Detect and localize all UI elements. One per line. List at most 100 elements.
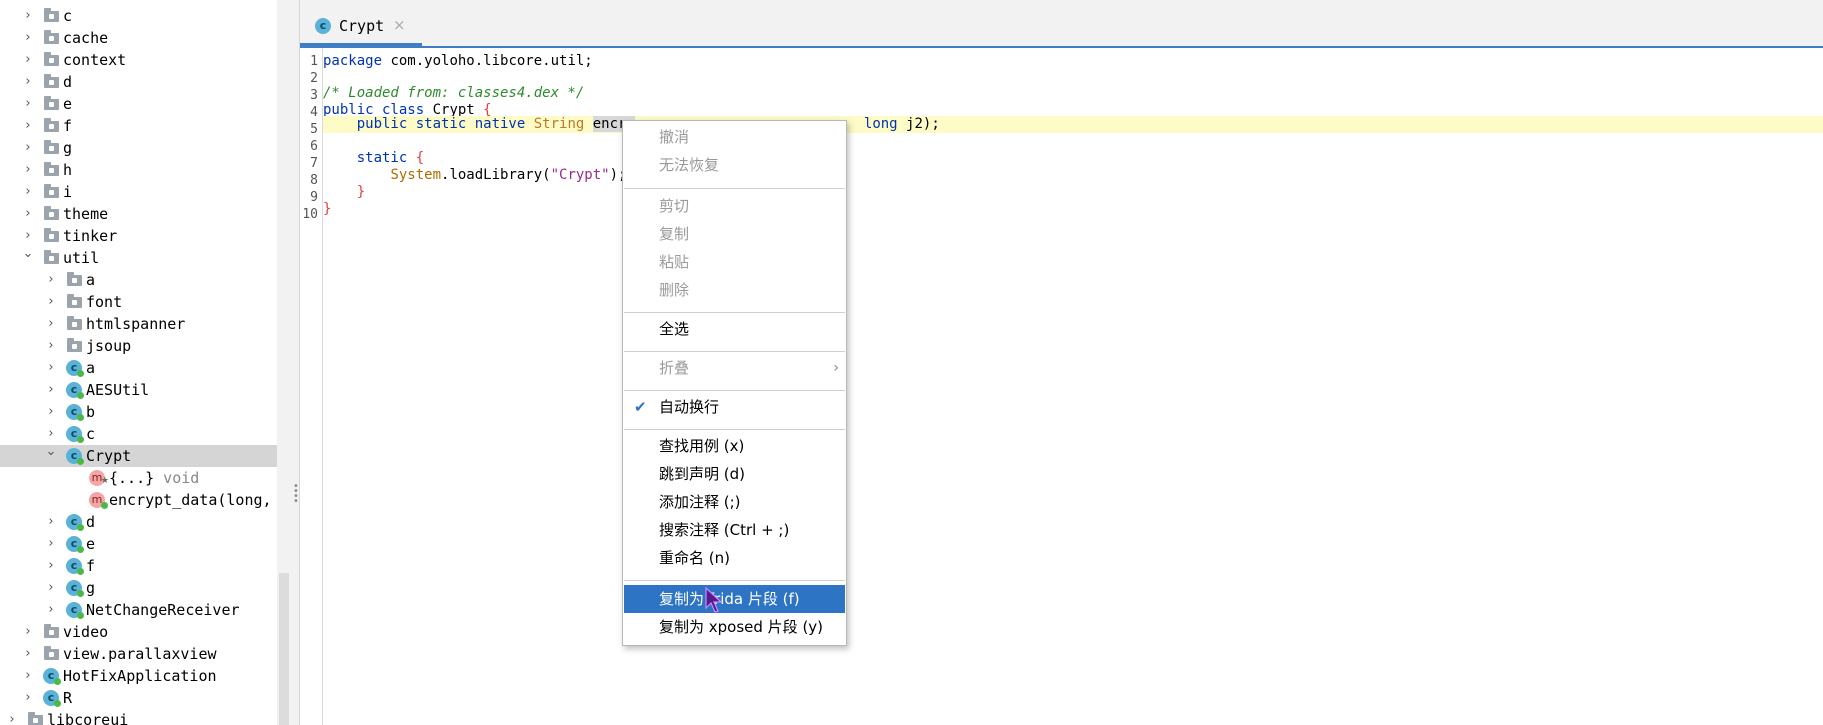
tree-item[interactable]: › c R xyxy=(0,687,277,709)
tree-item[interactable]: › c d xyxy=(0,511,277,533)
tree-item[interactable]: › g xyxy=(0,137,277,159)
menu-item-paste[interactable]: 粘贴 xyxy=(624,248,845,276)
folder-icon xyxy=(43,624,60,640)
menu-item-copy[interactable]: 复制 xyxy=(624,220,845,248)
tree-item[interactable]: › htmlspanner xyxy=(0,313,277,335)
tree-item[interactable]: › c e xyxy=(0,533,277,555)
tree-item[interactable]: › view.parallaxview xyxy=(0,643,277,665)
tree-item[interactable]: › cache xyxy=(0,27,277,49)
chevron-right-icon[interactable]: › xyxy=(21,141,35,155)
folder-shape xyxy=(44,30,59,44)
menu-item-find-usages[interactable]: 查找用例 (x) xyxy=(624,432,845,460)
chevron-down-icon[interactable]: ⌄ xyxy=(21,247,35,261)
chevron-right-icon[interactable]: › xyxy=(44,361,58,375)
menu-item-copy-as-frida[interactable]: 复制为 frida 片段 (f) xyxy=(624,585,845,613)
chevron-right-icon[interactable]: › xyxy=(44,427,58,441)
menu-item-word-wrap[interactable]: ✔ 自动换行 xyxy=(624,393,845,421)
keyword: public static native xyxy=(356,116,526,132)
menu-item-redo[interactable]: 无法恢复 xyxy=(624,151,845,179)
tree-scrollbar[interactable] xyxy=(277,0,291,725)
chevron-right-icon[interactable]: › xyxy=(44,339,58,353)
chevron-right-icon[interactable]: › xyxy=(44,273,58,287)
tree-item[interactable]: › theme xyxy=(0,203,277,225)
class-icon: c xyxy=(43,690,61,707)
tree-item-label: e xyxy=(86,535,96,553)
chevron-right-icon[interactable]: › xyxy=(44,581,58,595)
chevron-right-icon[interactable]: › xyxy=(21,669,35,683)
public-dot xyxy=(77,524,84,531)
tree-item[interactable]: › tinker xyxy=(0,225,277,247)
tree-item[interactable]: ⌄ util xyxy=(0,247,277,269)
tree-item[interactable]: › f xyxy=(0,115,277,137)
tab-crypt[interactable]: c Crypt × xyxy=(300,10,423,47)
chevron-right-icon[interactable]: › xyxy=(21,31,35,45)
menu-item-rename[interactable]: 重命名 (n) xyxy=(624,544,845,572)
menu-item-cut[interactable]: 剪切 xyxy=(624,192,845,220)
tree-item[interactable]: › libcoreui xyxy=(0,709,277,725)
chevron-right-icon[interactable]: › xyxy=(44,559,58,573)
menu-item-search-comment[interactable]: 搜索注释 (Ctrl + ;) xyxy=(624,516,845,544)
chevron-right-icon[interactable]: › xyxy=(44,405,58,419)
chevron-right-icon[interactable]: › xyxy=(44,537,58,551)
menu-item-label: 删除 xyxy=(659,281,690,299)
chevron-right-icon[interactable]: › xyxy=(21,647,35,661)
menu-item-delete[interactable]: 删除 xyxy=(624,276,845,304)
tree-item[interactable]: › c a xyxy=(0,357,277,379)
chevron-right-icon[interactable]: › xyxy=(21,119,35,133)
close-icon[interactable]: × xyxy=(393,16,406,34)
tree-item-label: tinker xyxy=(63,227,118,245)
tree-item[interactable]: › a xyxy=(0,269,277,291)
menu-item-select-all[interactable]: 全选 xyxy=(624,315,845,343)
chevron-right-icon[interactable]: › xyxy=(44,317,58,331)
tree-item[interactable]: › e xyxy=(0,93,277,115)
tree-item[interactable]: › c NetChangeReceiver xyxy=(0,599,277,621)
chevron-right-icon[interactable]: › xyxy=(21,691,35,705)
tree-item[interactable]: › c g xyxy=(0,577,277,599)
tree-item[interactable]: › c c xyxy=(0,423,277,445)
chevron-right-icon[interactable]: › xyxy=(44,515,58,529)
class-badge: c xyxy=(66,448,84,465)
menu-item-copy-as-xposed[interactable]: 复制为 xposed 片段 (y) xyxy=(624,613,845,641)
tree-item[interactable]: › c xyxy=(0,5,277,27)
line-number: 7 xyxy=(310,156,318,171)
chevron-right-icon[interactable]: › xyxy=(21,75,35,89)
tree-item[interactable]: › c b xyxy=(0,401,277,423)
tree-item[interactable]: › jsoup xyxy=(0,335,277,357)
menu-item-goto-declaration[interactable]: 跳到声明 (d) xyxy=(624,460,845,488)
chevron-right-icon[interactable]: › xyxy=(21,163,35,177)
chevron-right-icon[interactable]: › xyxy=(21,9,35,23)
chevron-down-icon[interactable]: ⌄ xyxy=(44,445,58,459)
chevron-right-icon[interactable]: › xyxy=(21,625,35,639)
chevron-right-icon[interactable]: › xyxy=(21,207,35,221)
tree-item[interactable]: › d xyxy=(0,71,277,93)
tree-item[interactable]: › c HotFixApplication xyxy=(0,665,277,687)
class-badge: c xyxy=(66,558,84,575)
menu-item-label: 无法恢复 xyxy=(659,156,720,174)
chevron-right-icon[interactable]: › xyxy=(44,383,58,397)
panel-splitter[interactable]: • • • • xyxy=(291,0,300,725)
menu-item-add-comment[interactable]: 添加注释 (;) xyxy=(624,488,845,516)
tree-item[interactable]: › h xyxy=(0,159,277,181)
chevron-right-icon[interactable]: › xyxy=(44,295,58,309)
tree-item[interactable]: › context xyxy=(0,49,277,71)
chevron-right-icon[interactable]: › xyxy=(21,185,35,199)
tree-item[interactable]: › font xyxy=(0,291,277,313)
tree-item-label: cache xyxy=(63,29,109,47)
chevron-right-icon[interactable]: › xyxy=(44,603,58,617)
tree-scrollbar-thumb[interactable] xyxy=(279,573,289,725)
tree-item[interactable]: › video xyxy=(0,621,277,643)
chevron-right-icon[interactable]: › xyxy=(21,97,35,111)
tree-item[interactable]: › i xyxy=(0,181,277,203)
tree-item[interactable]: › c f xyxy=(0,555,277,577)
tree-item[interactable]: › c AESUtil xyxy=(0,379,277,401)
chevron-right-icon[interactable]: › xyxy=(21,53,35,67)
code-editor[interactable]: package com.yoloho.libcore.util; /* Load… xyxy=(323,48,1823,725)
menu-item-fold[interactable]: 折叠 › xyxy=(624,354,845,382)
tree-item[interactable]: ⌄ c Crypt xyxy=(0,445,277,467)
tree-item-label: b xyxy=(86,403,96,421)
tree-item[interactable]: m encrypt_data(long, xyxy=(0,489,277,511)
tree-item[interactable]: m ★ {...} void xyxy=(0,467,277,489)
chevron-right-icon[interactable]: › xyxy=(5,713,19,725)
chevron-right-icon[interactable]: › xyxy=(21,229,35,243)
menu-item-undo[interactable]: 撤消 xyxy=(624,123,845,151)
